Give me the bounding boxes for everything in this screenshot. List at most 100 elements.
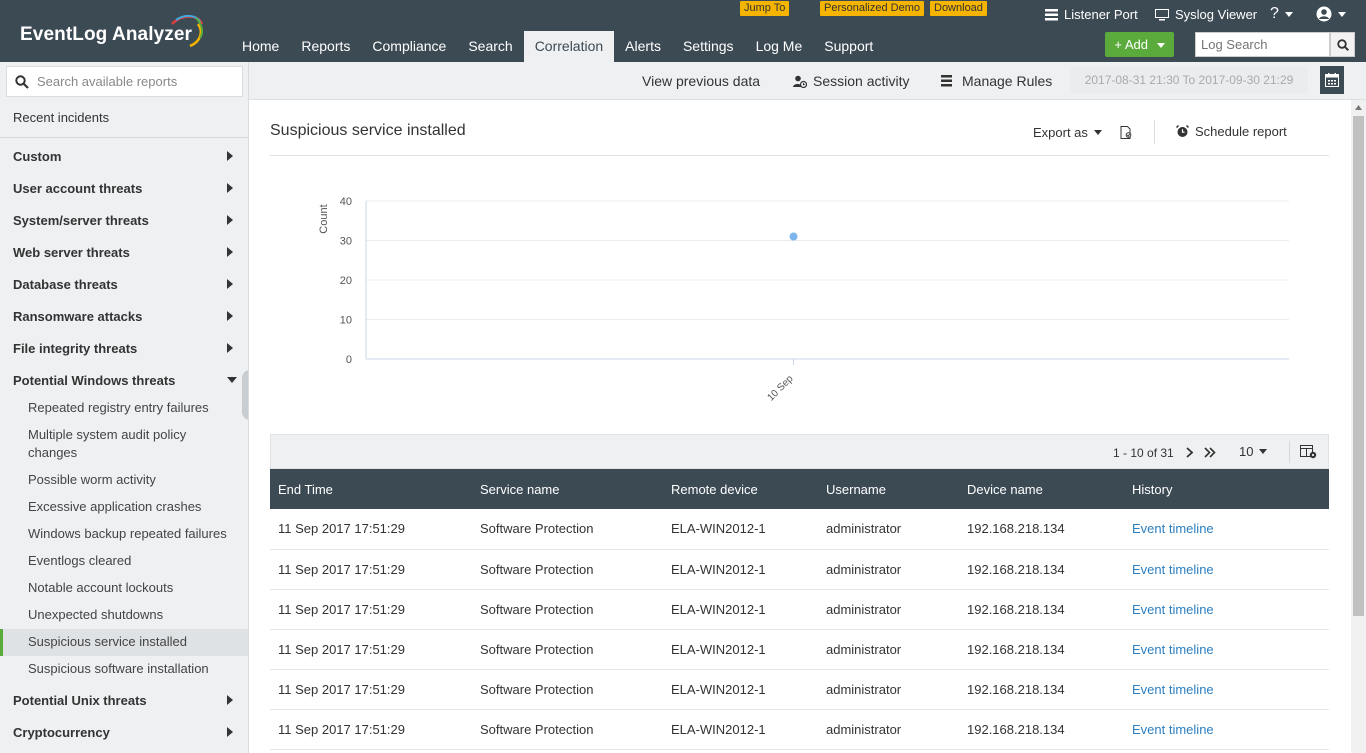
next-page-icon[interactable] <box>1186 447 1194 458</box>
pagination-bar: 1 - 10 of 31 10 <box>270 434 1329 469</box>
nav-settings[interactable]: Settings <box>672 31 745 62</box>
sidebar-item-notable-account-lockouts[interactable]: Notable account lockouts <box>28 579 228 597</box>
sidebar-collapse-handle[interactable] <box>242 370 248 420</box>
session-activity-button[interactable]: Session activity <box>793 73 909 89</box>
view-previous-data-button[interactable]: View previous data <box>642 73 760 89</box>
rows-per-page-value: 10 <box>1239 444 1254 459</box>
nav-search[interactable]: Search <box>457 31 523 62</box>
sidebar-item-possible-worm-activity[interactable]: Possible worm activity <box>28 471 228 489</box>
sidebar-category-ransomware-attacks[interactable]: Ransomware attacks <box>13 309 142 324</box>
sidebar-item-windows-backup-repeated-failures[interactable]: Windows backup repeated failures <box>28 525 228 543</box>
chevron-down-icon[interactable] <box>227 377 237 383</box>
pager-separator <box>1289 441 1290 463</box>
nav-alerts[interactable]: Alerts <box>614 31 672 62</box>
help-menu[interactable]: ? <box>1270 5 1293 23</box>
event-timeline-link[interactable]: Event timeline <box>1132 682 1214 697</box>
event-timeline-link[interactable]: Event timeline <box>1132 722 1214 737</box>
manage-rules-button[interactable]: Manage Rules <box>941 73 1052 89</box>
log-search-input[interactable] <box>1195 32 1330 57</box>
cell-username: administrator <box>818 629 959 670</box>
column-header-service-name[interactable]: Service name <box>472 469 663 509</box>
chevron-down-icon <box>1338 11 1346 17</box>
chevron-right-icon[interactable] <box>227 727 233 737</box>
cell-remote-device: ELA-WIN2012-1 <box>663 629 818 670</box>
event-timeline-link[interactable]: Event timeline <box>1132 642 1214 657</box>
cell-device-name: 192.168.218.134 <box>959 669 1124 710</box>
calendar-button[interactable] <box>1320 66 1344 94</box>
sidebar-item-eventlogs-cleared[interactable]: Eventlogs cleared <box>28 552 228 570</box>
chevron-right-icon[interactable] <box>227 183 233 193</box>
column-header-end-time[interactable]: End Time <box>270 469 472 509</box>
sidebar-category-potential-unix-threats[interactable]: Potential Unix threats <box>13 693 147 708</box>
column-header-history[interactable]: History <box>1124 469 1329 509</box>
syslog-viewer-link[interactable]: Syslog Viewer <box>1155 7 1257 22</box>
report-search-box[interactable]: Search available reports <box>6 66 243 97</box>
sidebar-category-web-server-threats[interactable]: Web server threats <box>13 245 130 260</box>
jump-to-link[interactable]: Jump To <box>740 1 790 16</box>
nav-reports[interactable]: Reports <box>290 31 361 62</box>
cell-remote-device: ELA-WIN2012-1 <box>663 549 818 590</box>
chevron-right-icon[interactable] <box>227 695 233 705</box>
event-timeline-link[interactable]: Event timeline <box>1132 521 1214 536</box>
sidebar-category-custom[interactable]: Custom <box>13 149 61 164</box>
column-header-remote-device[interactable]: Remote device <box>663 469 818 509</box>
sidebar-category-potential-windows-threats[interactable]: Potential Windows threats <box>13 373 175 388</box>
sidebar-item-excessive-application-crashes[interactable]: Excessive application crashes <box>28 498 228 516</box>
pdf-document-icon[interactable] <box>1120 126 1133 139</box>
list-icon <box>1045 8 1058 20</box>
event-timeline-link[interactable]: Event timeline <box>1132 602 1214 617</box>
schedule-report-label: Schedule report <box>1195 124 1287 139</box>
download-link[interactable]: Download <box>930 1 987 16</box>
sidebar-item-unexpected-shutdowns[interactable]: Unexpected shutdowns <box>28 606 228 624</box>
y-tick-label: 10 <box>340 315 352 327</box>
sidebar-category-database-threats[interactable]: Database threats <box>13 277 118 292</box>
personalized-demo-link[interactable]: Personalized Demo <box>820 1 924 16</box>
listener-port-link[interactable]: Listener Port <box>1045 7 1138 22</box>
user-menu[interactable] <box>1316 6 1346 22</box>
chevron-right-icon[interactable] <box>227 151 233 161</box>
chevron-right-icon[interactable] <box>227 279 233 289</box>
sidebar-item-suspicious-software-installation[interactable]: Suspicious software installation <box>28 660 228 678</box>
cell-history: Event timeline <box>1124 629 1329 670</box>
column-header-device-name[interactable]: Device name <box>959 469 1124 509</box>
rows-per-page-select[interactable]: 10 <box>1239 444 1268 459</box>
scrollbar-thumb[interactable] <box>1353 116 1364 616</box>
schedule-report-button[interactable]: Schedule report <box>1176 124 1287 139</box>
last-page-icon[interactable] <box>1204 447 1216 458</box>
chevron-right-icon[interactable] <box>227 247 233 257</box>
sidebar-category-file-integrity-threats[interactable]: File integrity threats <box>13 341 137 356</box>
app-logo[interactable]: EventLog Analyzer <box>20 24 192 46</box>
chevron-right-icon[interactable] <box>227 311 233 321</box>
chevron-right-icon[interactable] <box>227 343 233 353</box>
sidebar-category-system-server-threats[interactable]: System/server threats <box>13 213 149 228</box>
sidebar-category-cryptocurrency[interactable]: Cryptocurrency <box>13 725 110 740</box>
cell-remote-device: ELA-WIN2012-1 <box>663 589 818 630</box>
event-timeline-link[interactable]: Event timeline <box>1132 562 1214 577</box>
sidebar-category-user-account-threats[interactable]: User account threats <box>13 181 142 196</box>
cell-username: administrator <box>818 509 959 550</box>
sidebar-item-repeated-registry-entry-failures[interactable]: Repeated registry entry failures <box>28 399 228 417</box>
page-scrollbar[interactable] <box>1351 100 1366 753</box>
title-divider <box>270 155 1329 156</box>
sidebar-item-multiple-system-audit-policy-changes[interactable]: Multiple system audit policy changes <box>28 426 228 462</box>
export-as-menu[interactable]: Export as <box>1033 125 1133 140</box>
nav-log-me[interactable]: Log Me <box>745 31 814 62</box>
column-header-username[interactable]: Username <box>818 469 959 509</box>
top-bar: EventLog Analyzer Jump To Personalized D… <box>0 0 1366 62</box>
nav-correlation[interactable]: Correlation <box>523 31 615 62</box>
sidebar-item-suspicious-service-installed[interactable]: Suspicious service installed <box>28 633 228 651</box>
scroll-up-icon[interactable] <box>1355 105 1362 110</box>
nav-home[interactable]: Home <box>231 31 290 62</box>
recent-incidents-link[interactable]: Recent incidents <box>13 110 109 125</box>
cell-end-time: 11 Sep 2017 17:51:29 <box>270 709 472 750</box>
nav-compliance[interactable]: Compliance <box>361 31 457 62</box>
add-button[interactable]: + Add <box>1105 32 1174 57</box>
log-search-button[interactable] <box>1330 32 1355 57</box>
date-range-field[interactable]: 2017-08-31 21:30 To 2017-09-30 21:29 <box>1070 66 1308 94</box>
cell-service-name: Software Protection <box>472 509 663 550</box>
cell-history: Event timeline <box>1124 509 1329 550</box>
chevron-right-icon[interactable] <box>227 215 233 225</box>
count-chart: 0 10 20 30 40 Count 10 Sep <box>318 196 1289 404</box>
column-settings-icon[interactable] <box>1300 445 1317 459</box>
nav-support[interactable]: Support <box>813 31 884 62</box>
